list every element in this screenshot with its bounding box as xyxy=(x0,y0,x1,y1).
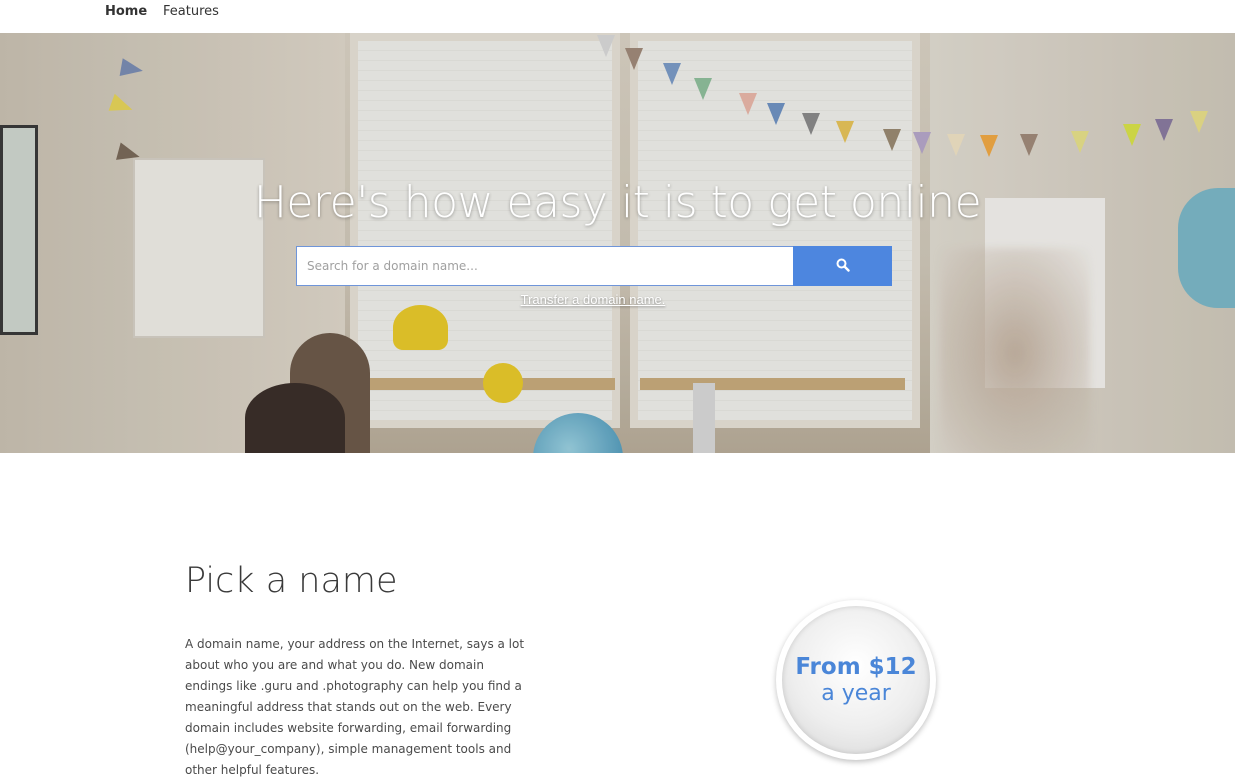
hero-section: Here's how easy it is to get online Tran… xyxy=(0,33,1235,453)
hero-title: Here's how easy it is to get online xyxy=(253,177,982,228)
search-button[interactable] xyxy=(793,246,892,286)
nav-home-link[interactable]: Home xyxy=(105,4,147,19)
price-amount: From $12 xyxy=(795,653,917,680)
search-icon xyxy=(836,258,850,275)
section-title: Pick a name xyxy=(185,561,398,601)
price-badge: From $12 a year xyxy=(776,600,936,760)
price-period: a year xyxy=(821,680,891,706)
hero-overlay xyxy=(0,33,1235,453)
nav-features-link[interactable]: Features xyxy=(163,4,219,19)
top-navigation: Home Features xyxy=(0,0,1235,33)
domain-search-box xyxy=(296,246,794,286)
section-body: A domain name, your address on the Inter… xyxy=(185,637,525,777)
transfer-domain-link[interactable]: Transfer a domain name. xyxy=(0,292,1186,307)
domain-search-input[interactable] xyxy=(297,247,793,285)
price-badge-inner: From $12 a year xyxy=(782,606,930,754)
